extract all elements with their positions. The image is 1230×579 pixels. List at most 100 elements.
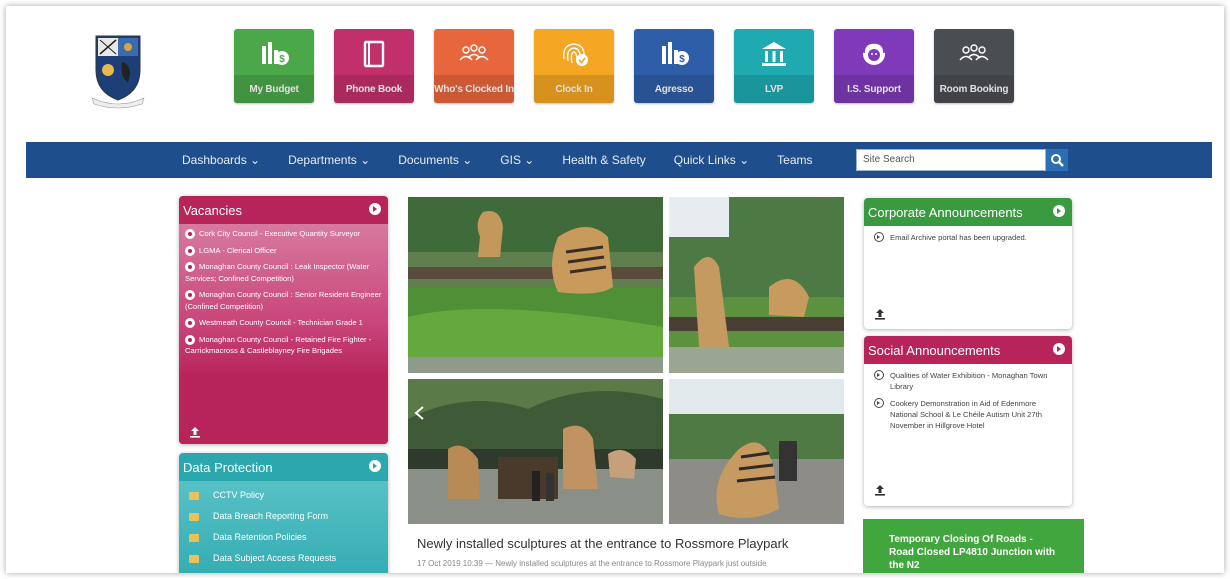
- social-list: Qualities of Water Exhibition - Monaghan…: [864, 364, 1072, 506]
- page-frame: $ My Budget Phone Book Who's Clocked In …: [6, 6, 1224, 573]
- search-button[interactable]: [1046, 149, 1068, 171]
- road-closure-notice[interactable]: Temporary Closing Of Roads - Road Closed…: [863, 519, 1084, 573]
- list-item[interactable]: Westmeath County Council - Technician Gr…: [185, 317, 382, 329]
- list-item[interactable]: Email Archive portal has been upgraded.: [874, 232, 1062, 243]
- tile-label: I.S. Support: [847, 84, 901, 95]
- nav-departments[interactable]: Departments ⌄: [288, 153, 370, 167]
- site-search-input[interactable]: Site Search: [856, 149, 1046, 171]
- news-caption[interactable]: Newly installed sculptures at the entran…: [408, 524, 844, 573]
- budget-icon: $: [658, 37, 690, 71]
- expand-icon[interactable]: [369, 203, 381, 215]
- list-item[interactable]: Cookery Demonstration in Aid of Edenmore…: [874, 398, 1062, 431]
- bullet-arrow-icon: [185, 262, 195, 272]
- app-tiles: $ My Budget Phone Book Who's Clocked In …: [234, 29, 1014, 103]
- news-photo-carousel[interactable]: [408, 197, 844, 524]
- nav-teams[interactable]: Teams: [777, 153, 812, 167]
- nav-health-safety[interactable]: Health & Safety: [562, 153, 645, 167]
- vacancies-header: Vacancies: [179, 196, 388, 224]
- list-item[interactable]: Data Breach Reporting Form: [189, 506, 378, 527]
- corporate-list: Email Archive portal has been upgraded.: [864, 226, 1072, 329]
- list-item[interactable]: Monaghan County Council : Leak Inspector…: [185, 261, 382, 284]
- list-item[interactable]: Data Retention Policies: [189, 527, 378, 548]
- council-crest-logo[interactable]: [88, 30, 148, 110]
- nav-gis[interactable]: GIS ⌄: [500, 153, 534, 167]
- list-item[interactable]: CCTV Policy: [189, 485, 378, 506]
- tile-room-booking[interactable]: Room Booking: [934, 29, 1014, 103]
- vacancies-list: Cork City Council - Executive Quantity S…: [179, 224, 388, 444]
- upload-icon[interactable]: [874, 484, 886, 496]
- tile-whos-clocked-in[interactable]: Who's Clocked In: [434, 29, 514, 103]
- list-item[interactable]: Data Subject Access Requests: [189, 548, 378, 569]
- list-item[interactable]: Monaghan County Council : Senior Residen…: [185, 289, 382, 312]
- expand-icon[interactable]: [1053, 205, 1065, 217]
- news-title[interactable]: Newly installed sculptures at the entran…: [417, 536, 844, 551]
- list-item[interactable]: Monaghan County Council - Retained Fire …: [185, 334, 382, 357]
- nav-documents[interactable]: Documents ⌄: [398, 153, 472, 167]
- bullet-arrow-icon: [185, 229, 195, 239]
- tile-label: Agresso: [654, 84, 694, 95]
- bullet-arrow-icon: [874, 232, 884, 242]
- list-item[interactable]: LGMA - Clerical Officer: [185, 245, 382, 257]
- folder-icon: [189, 491, 199, 500]
- sculpture-photo: [669, 197, 844, 373]
- folder-icon: [189, 533, 199, 542]
- tile-clock-in[interactable]: Clock In: [534, 29, 614, 103]
- search-icon: [1051, 154, 1064, 167]
- data-protection-panel: Data Protection CCTV Policy Data Breach …: [179, 453, 388, 573]
- road-notice-line: Road Closed LP4810 Junction with: [889, 547, 1056, 558]
- list-item[interactable]: Qualities of Water Exhibition - Monaghan…: [874, 370, 1062, 392]
- people-icon: [957, 37, 991, 71]
- sculpture-photo: [408, 379, 663, 524]
- tile-label: Who's Clocked In: [434, 84, 514, 95]
- main-navbar: Dashboards ⌄ Departments ⌄ Documents ⌄ G…: [26, 142, 1212, 178]
- corporate-title: Corporate Announcements: [868, 205, 1023, 220]
- road-notice-line: the N2: [889, 560, 920, 571]
- vacancies-title: Vacancies: [183, 203, 243, 218]
- expand-icon[interactable]: [1053, 343, 1065, 355]
- data-protection-title: Data Protection: [183, 460, 273, 475]
- bullet-arrow-icon: [185, 318, 195, 328]
- folder-icon: [189, 554, 199, 563]
- nav-quick-links[interactable]: Quick Links ⌄: [674, 153, 749, 167]
- sculpture-photo: [408, 197, 663, 373]
- upload-icon[interactable]: [189, 426, 201, 438]
- data-protection-header: Data Protection: [179, 453, 388, 481]
- tile-label: Room Booking: [939, 84, 1009, 95]
- bank-icon: [759, 37, 789, 71]
- social-header: Social Announcements: [864, 336, 1072, 364]
- people-icon: [457, 37, 491, 71]
- tile-label: Phone Book: [345, 84, 403, 95]
- tile-phone-book[interactable]: Phone Book: [334, 29, 414, 103]
- tile-label: Clock In: [555, 84, 593, 95]
- social-announcements-panel: Social Announcements Qualities of Water …: [864, 336, 1072, 506]
- expand-icon[interactable]: [369, 460, 381, 472]
- bullet-arrow-icon: [185, 290, 195, 300]
- nav-dashboards[interactable]: Dashboards ⌄: [182, 153, 260, 167]
- folder-icon: [189, 512, 199, 521]
- nav-menu: Dashboards ⌄ Departments ⌄ Documents ⌄ G…: [182, 142, 841, 178]
- sculpture-photo: [669, 379, 844, 524]
- tile-label: LVP: [764, 84, 784, 95]
- tile-label: My Budget: [249, 84, 299, 95]
- bullet-arrow-icon: [185, 245, 195, 256]
- tile-my-budget[interactable]: $ My Budget: [234, 29, 314, 103]
- social-title: Social Announcements: [868, 343, 1001, 358]
- tile-agresso[interactable]: $ Agresso: [634, 29, 714, 103]
- fingerprint-icon: [558, 37, 590, 71]
- list-item[interactable]: Cork City Council - Executive Quantity S…: [185, 228, 382, 240]
- road-notice-line: Temporary Closing Of Roads -: [889, 534, 1033, 545]
- corporate-header: Corporate Announcements: [864, 198, 1072, 226]
- bullet-arrow-icon: [874, 370, 884, 380]
- bullet-arrow-icon: [874, 398, 884, 408]
- data-protection-list: CCTV Policy Data Breach Reporting Form D…: [179, 481, 388, 573]
- budget-icon: $: [258, 37, 290, 71]
- upload-icon[interactable]: [874, 308, 886, 320]
- bullet-arrow-icon: [185, 334, 195, 345]
- svg-text:$: $: [279, 54, 285, 65]
- tile-lvp[interactable]: LVP: [734, 29, 814, 103]
- tile-is-support[interactable]: I.S. Support: [834, 29, 914, 103]
- vacancies-panel: Vacancies Cork City Council - Executive …: [179, 196, 388, 444]
- svg-text:$: $: [679, 54, 685, 65]
- support-icon: [859, 37, 889, 71]
- corporate-announcements-panel: Corporate Announcements Email Archive po…: [864, 198, 1072, 329]
